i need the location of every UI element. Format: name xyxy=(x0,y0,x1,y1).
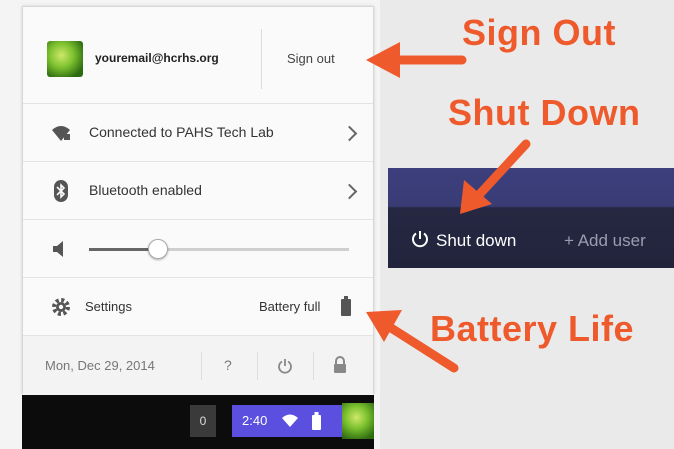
arrow-head-icon xyxy=(366,310,402,342)
arrow-head-icon xyxy=(366,42,400,78)
shut-down-arrow xyxy=(473,139,531,201)
battery-arrow xyxy=(383,321,459,373)
callout-arrows xyxy=(366,42,531,373)
